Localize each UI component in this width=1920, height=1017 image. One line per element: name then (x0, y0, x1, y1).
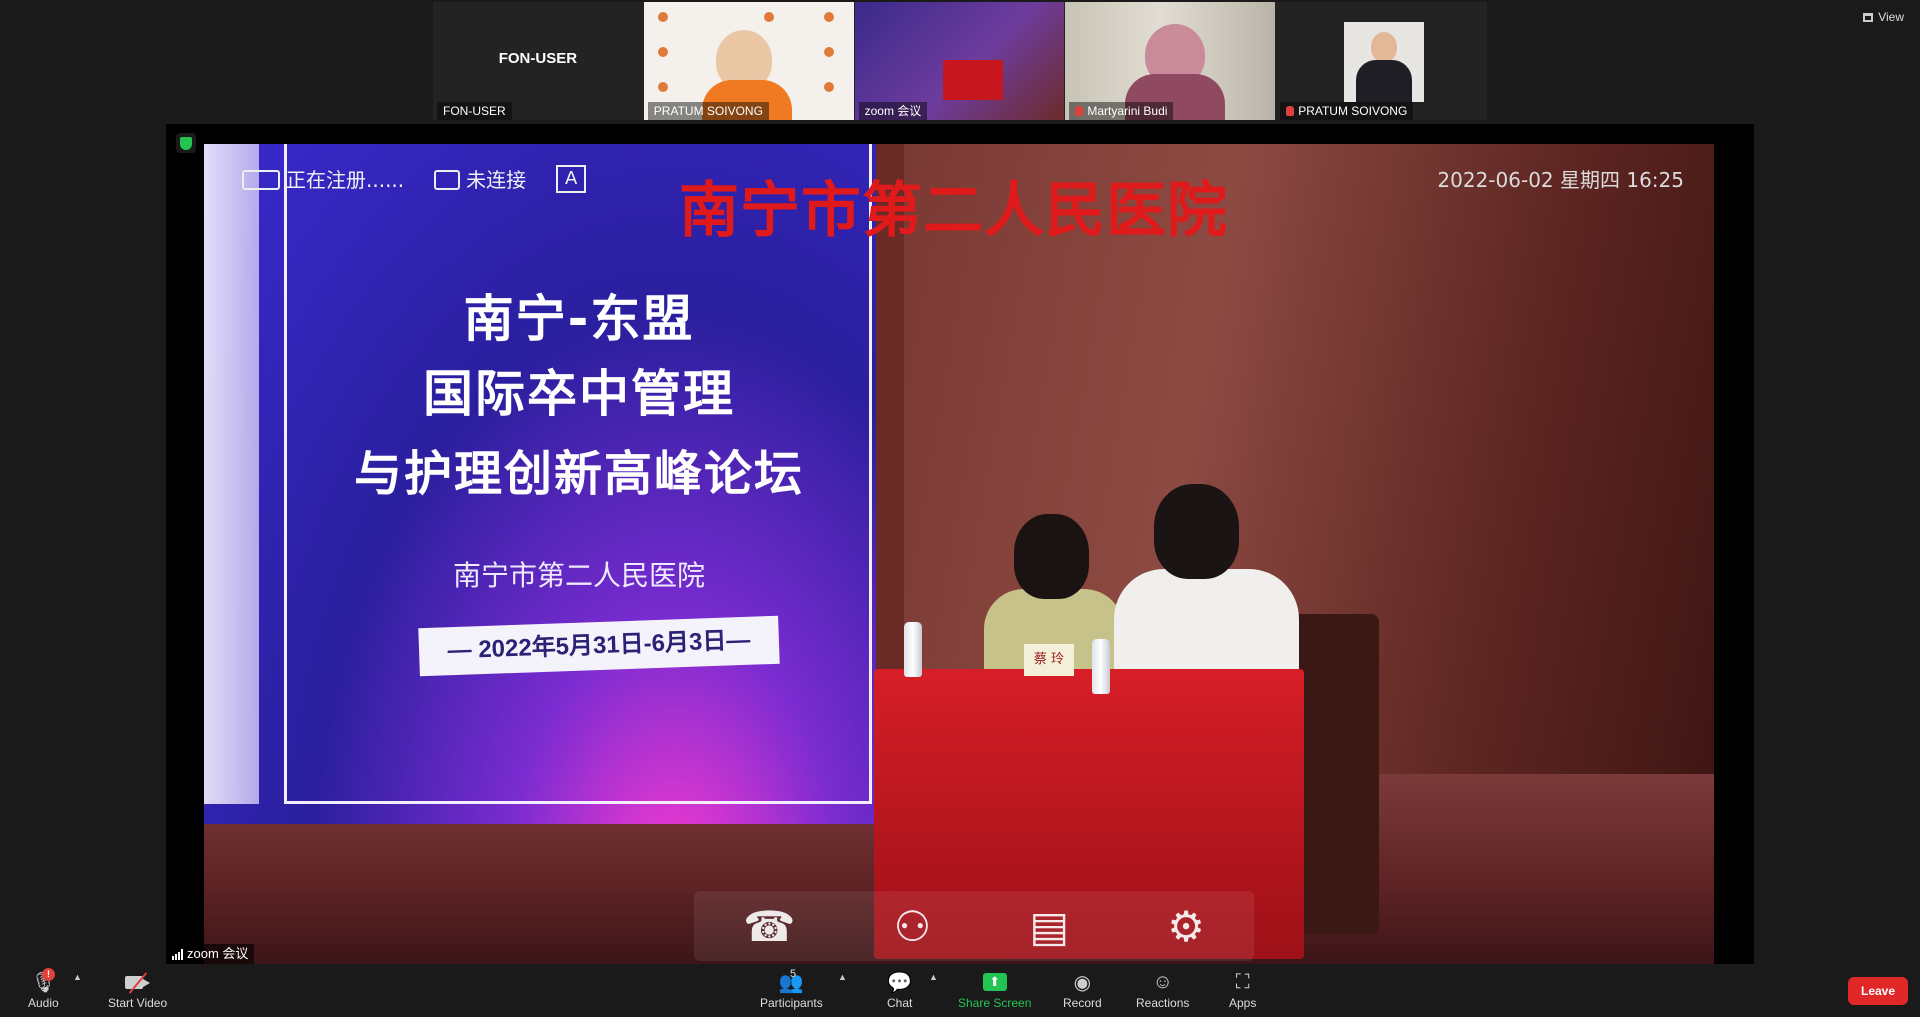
slide-title-line-1: 南宁-东盟 (463, 290, 695, 348)
signal-strength-icon (172, 948, 183, 960)
audio-options-caret[interactable]: ▲ (73, 972, 82, 982)
participants-button[interactable]: 👥 5 Participants (760, 968, 823, 1010)
participant-name: PRATUM SOIVONG (647, 102, 769, 120)
view-button[interactable]: View (1863, 10, 1904, 24)
view-label: View (1878, 10, 1904, 24)
disconnected-icon (434, 170, 461, 190)
screen-edge (204, 144, 259, 804)
camera-control-bar: ☎ ⚇ ▤ ⚙ (694, 891, 1254, 961)
register-icon (242, 170, 280, 190)
registering-status: 正在注册...... (242, 164, 404, 193)
participant-tile-pratum-soivong[interactable]: PRATUM SOIVONG (643, 2, 854, 120)
participant-name: FON-USER (437, 102, 512, 120)
view-grid-icon (1863, 12, 1874, 22)
slide-title-line-3: 与护理创新高峰论坛 (353, 446, 804, 502)
contacts-icon: ▤ (1029, 902, 1070, 950)
participant-tile-fon-user[interactable]: FON-USER FON-USER (433, 2, 643, 120)
record-label: Record (1063, 996, 1102, 1010)
share-screen-icon: ⬆ (982, 970, 1007, 994)
apps-button[interactable]: ⛶ Apps (1229, 970, 1257, 1011)
audio-alert-badge: ! (42, 968, 55, 981)
speaker-video: 南宁-东盟 国际卒中管理 与护理创新高峰论坛 南宁市第二人民医院 — 2022年… (204, 144, 1714, 964)
participant-gallery: FON-USER FON-USER PRATUM SOIVONG zoom 会议… (433, 2, 1487, 120)
video-off-icon (124, 970, 151, 994)
start-video-button[interactable]: Start Video (108, 970, 167, 1010)
microphone-icon: 🎙! (30, 968, 57, 994)
nameplate: 蔡 玲 (1024, 644, 1074, 676)
water-bottle (1092, 639, 1110, 694)
participant-tile-zoom-meeting[interactable]: zoom 会议 (854, 2, 1065, 120)
participants-label: Participants (760, 996, 823, 1010)
water-bottle (904, 622, 922, 677)
settings-icon: ⚙ (1167, 902, 1205, 950)
camera-datetime: 2022-06-02 星期四 16:25 (1437, 168, 1684, 192)
participants-count: 5 (790, 968, 797, 980)
zoom-meeting-window: View FON-USER FON-USER PRATUM SOIVONG zo… (0, 0, 1920, 1017)
hospital-title: 南宁市第二人民医院 (679, 176, 1228, 246)
participant-name: Martyarini Budi (1087, 104, 1168, 118)
participant-name-row: Martyarini Budi (1069, 102, 1174, 120)
participant-tile-martyarini-budi[interactable]: Martyarini Budi (1065, 2, 1276, 120)
audio-button[interactable]: 🎙! Audio (28, 968, 59, 1010)
reactions-label: Reactions (1136, 996, 1190, 1010)
reactions-button[interactable]: ☺ Reactions (1136, 970, 1190, 1011)
participant-tile-pratum-soivong-2[interactable]: PRATUM SOIVONG (1276, 2, 1486, 120)
people-icon: ⚇ (893, 902, 932, 950)
participants-icon: 👥 5 (778, 968, 804, 994)
record-icon: ◉ (1073, 971, 1092, 994)
participant-name: PRATUM SOIVONG (1298, 104, 1408, 118)
connection-status: 未连接 (434, 164, 526, 193)
chat-icon: 💬 (887, 971, 913, 994)
participant-name-row: PRATUM SOIVONG (1280, 102, 1414, 120)
chat-button[interactable]: 💬 Chat (887, 970, 913, 1011)
participant-face (1371, 32, 1398, 62)
participant-center-name: FON-USER (498, 50, 578, 67)
speaker-name-text: zoom 会议 (187, 946, 249, 961)
active-speaker-name: zoom 会议 (166, 944, 255, 964)
chat-options-caret[interactable]: ▲ (929, 972, 938, 982)
muted-mic-icon (1286, 106, 1295, 116)
share-screen-label: Share Screen (958, 996, 1032, 1010)
participant-name: zoom 会议 (858, 102, 928, 120)
participant-suit (1356, 60, 1413, 102)
desk-thumbnail (942, 60, 1003, 100)
share-screen-button[interactable]: ⬆ Share Screen (958, 970, 1031, 1010)
encryption-shield-icon[interactable] (176, 133, 196, 153)
meeting-toolbar: 🎙! Audio ▲ Start Video 👥 5 Participants ▲… (0, 964, 1920, 1017)
slide-title-line-2: 国际卒中管理 (423, 365, 735, 423)
apps-icon: ⛶ (1235, 970, 1250, 993)
video-label: Start Video (108, 996, 168, 1010)
muted-mic-icon (1075, 106, 1084, 116)
active-speaker-view[interactable]: 南宁-东盟 国际卒中管理 与护理创新高峰论坛 南宁市第二人民医院 — 2022年… (166, 124, 1754, 964)
slide-subtitle: 南宁市第二人民医院 (452, 559, 705, 592)
reactions-icon: ☺ (1152, 970, 1173, 993)
a-box: A (556, 164, 587, 193)
record-button[interactable]: ◉ Record (1063, 970, 1102, 1011)
nameplate-text: 蔡 玲 (1033, 652, 1065, 667)
camera-osd: 正在注册...... 未连接 A (242, 164, 587, 193)
participants-options-caret[interactable]: ▲ (838, 972, 847, 982)
apps-label: Apps (1229, 996, 1257, 1010)
audio-label: Audio (28, 996, 59, 1010)
chat-label: Chat (887, 996, 913, 1010)
leave-button[interactable]: Leave (1848, 977, 1908, 1005)
phone-icon: ☎ (743, 902, 796, 950)
